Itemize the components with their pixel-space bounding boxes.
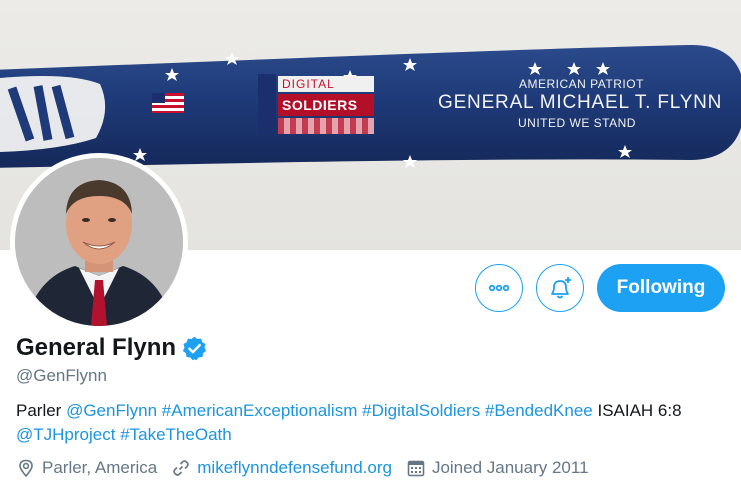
logo-mid-text: SOLDIERS	[278, 94, 374, 116]
calendar-icon	[407, 460, 425, 477]
website-item[interactable]: mikeflynndefensefund.org	[171, 458, 392, 478]
bio-text: ISAIAH 6:8	[592, 401, 682, 420]
logo-top-text: DIGITAL	[278, 76, 374, 92]
bio-hashtag-link[interactable]: #DigitalSoldiers	[362, 401, 480, 420]
bio-mention-link[interactable]: @TJHproject	[16, 425, 115, 444]
joined-item: Joined January 2011	[406, 458, 589, 478]
bio-hashtag-link[interactable]: #BendedKnee	[485, 401, 593, 420]
website-link[interactable]: mikeflynndefensefund.org	[197, 458, 392, 478]
location-text: Parler, America	[42, 458, 158, 477]
bio-text: Parler	[16, 401, 67, 420]
bat-text-line2: GENERAL MICHAEL T. FLYNN	[438, 92, 723, 113]
logo-pixel-stripe	[278, 118, 374, 134]
profile-bio: Parler @GenFlynn #AmericanExceptionalism…	[16, 399, 716, 447]
logo-stars-panel	[258, 74, 276, 134]
location-pin-icon	[19, 459, 33, 478]
more-dots-icon	[488, 284, 510, 292]
link-chain-icon	[173, 460, 190, 476]
bio-hashtag-link[interactable]: #TakeTheOath	[120, 425, 232, 444]
bell-plus-icon	[551, 277, 571, 299]
bat-text-line1: AMERICAN PATRIOT	[519, 77, 644, 91]
display-name: General Flynn	[16, 334, 177, 361]
location-item: Parler, America	[16, 458, 157, 478]
profile-avatar[interactable]	[10, 153, 188, 331]
verified-badge-icon	[182, 336, 207, 360]
more-options-button[interactable]	[475, 264, 523, 312]
profile-meta: Parler, America mikeflynndefensefund.org…	[16, 458, 603, 478]
notifications-button[interactable]	[536, 264, 584, 312]
bio-hashtag-link[interactable]: #AmericanExceptionalism	[162, 401, 358, 420]
following-button[interactable]: Following	[597, 264, 725, 312]
user-handle: @GenFlynn	[16, 366, 107, 385]
bat-text-line3: UNITED WE STAND	[518, 116, 636, 130]
bio-mention-link[interactable]: @GenFlynn	[66, 401, 157, 420]
name-row: General Flynn	[16, 334, 208, 362]
digital-soldiers-logo: DIGITAL SOLDIERS	[256, 72, 376, 137]
joined-date-text: Joined January 2011	[431, 458, 589, 477]
avatar-photo	[15, 158, 183, 326]
avatar-portrait-image	[15, 158, 183, 326]
